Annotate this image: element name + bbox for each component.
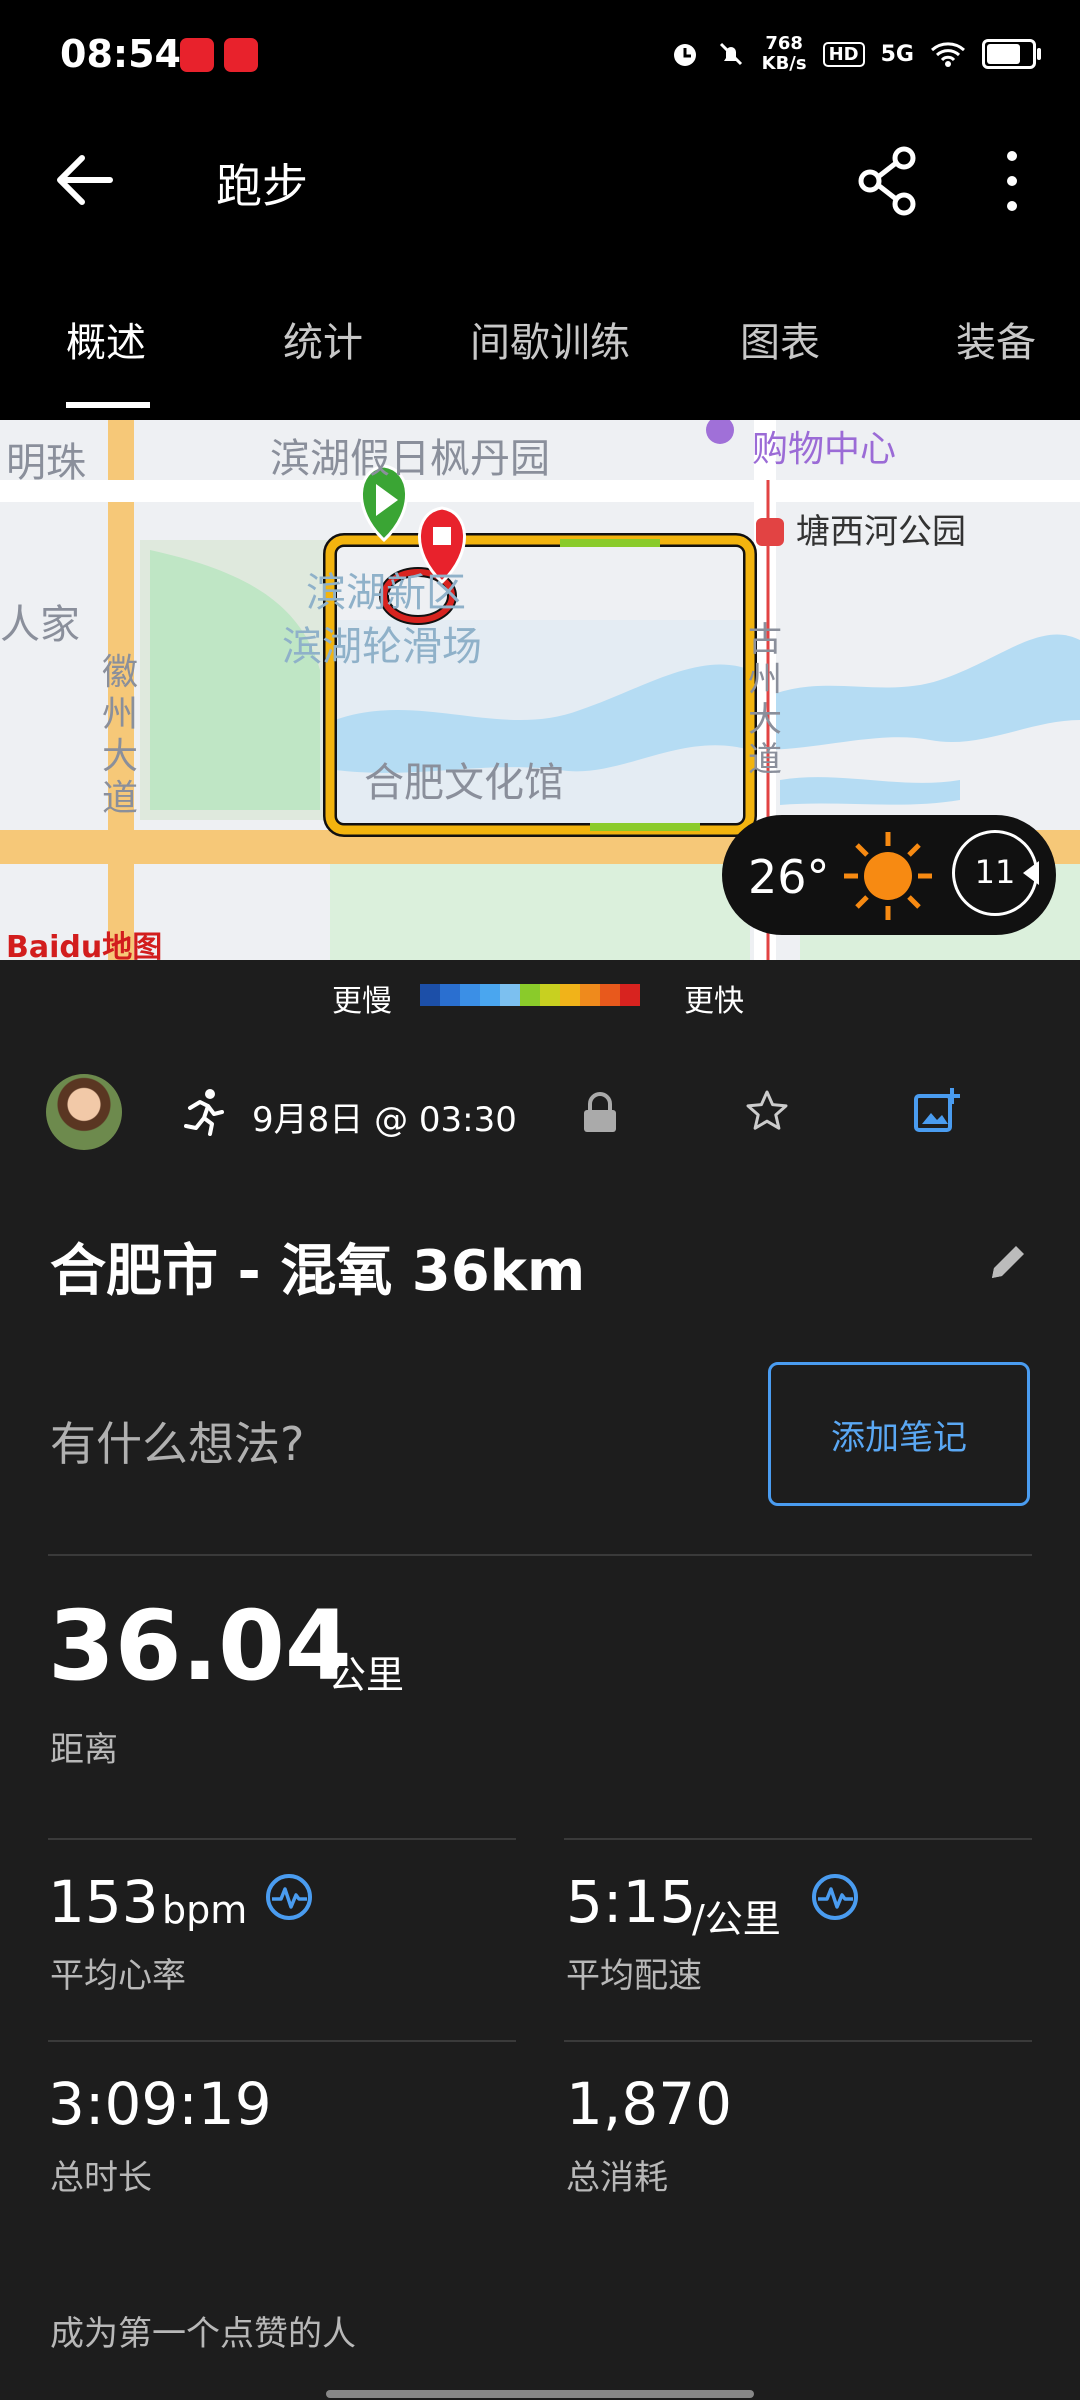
edit-pencil-icon[interactable] [986,1240,1030,1284]
avg-pace-value: 5:15 [566,1868,697,1936]
notification-app-icon [224,38,258,72]
pace-color-swatch [560,984,580,1006]
pace-color-swatch [480,984,500,1006]
notification-app-icon [180,38,214,72]
wind-direction-icon [1023,861,1039,885]
map-label: 滨湖轮滑场 [282,624,482,670]
pace-color-swatch [520,984,540,1006]
pulse-icon[interactable] [810,1872,860,1922]
wifi-icon [931,42,965,67]
pace-color-bar [420,984,640,1006]
distance-unit: 公里 [328,1653,405,1697]
map-label: 塘西河公园 [796,512,966,552]
wind-indicator: 11 [952,830,1039,916]
alarm-icon [673,44,696,66]
map-label: 徽州大道 [102,652,139,819]
tab-indicator [66,402,150,408]
divider [48,1554,1032,1556]
add-note-button[interactable]: 添加笔记 [768,1362,1030,1506]
activity-title: 合肥市 - 混氧 36km [50,1239,586,1304]
pace-color-swatch [420,984,440,1006]
page-title: 跑步 [216,159,308,213]
pace-legend: 更慢 更快 [0,968,1080,1020]
total-calories-value: 1,870 [566,2070,733,2138]
divider [564,2040,1032,2042]
distance-value: 36.04 [48,1590,352,1702]
map-label: 合肥文化馆 [364,760,564,806]
home-indicator[interactable] [326,2390,754,2398]
activity-meta-row: 9月8日 @ 03:30 [0,1070,1080,1160]
pulse-icon[interactable] [264,1872,314,1922]
avg-heart-rate-label: 平均心率 [50,1956,186,1996]
battery-icon [982,39,1041,69]
network-speed: 768 KB/s [761,33,807,74]
distance-label: 距离 [50,1730,118,1770]
temperature: 26° [748,850,830,904]
add-photo-icon[interactable] [912,1086,960,1134]
kudos-prompt[interactable]: 成为第一个点赞的人 [50,2306,356,2355]
pace-color-swatch [540,984,560,1006]
tab-charts[interactable]: 图表 [740,310,820,368]
hd-badge: HD [822,41,865,67]
status-bar: 08:54 768 KB/s HD 5G [0,0,1080,110]
status-indicators: 768 KB/s HD 5G [670,33,1041,74]
star-icon[interactable] [744,1088,790,1134]
divider [48,1838,516,1840]
divider [48,2040,516,2042]
legend-slow-label: 更慢 [332,984,392,1019]
legend-fast-label: 更快 [684,984,744,1019]
total-time-value: 3:09:19 [48,2070,272,2138]
map-label: 滨湖新区 [306,570,466,616]
avg-heart-rate-value: 153 [48,1868,159,1936]
avg-pace-unit: /公里 [692,1897,781,1941]
more-vertical-icon[interactable] [990,146,1034,216]
avg-pace-label: 平均配速 [566,1956,702,1996]
total-time-label: 总时长 [50,2158,152,2198]
map-attribution: Baidu地图 [6,930,163,960]
divider [564,1838,1032,1840]
activity-date: 9月8日 @ 03:30 [252,1100,517,1140]
map-label: 古州大道 [748,620,782,780]
pace-color-swatch [580,984,600,1006]
app-bar: 跑步 [0,110,1080,250]
tab-stats[interactable]: 统计 [283,310,363,368]
lock-icon[interactable] [580,1090,620,1134]
pace-color-swatch [460,984,480,1006]
pace-color-swatch [600,984,620,1006]
pace-color-swatch [500,984,520,1006]
tab-overview[interactable]: 概述 [66,310,146,368]
map-label: 滨湖假日枫丹园 [270,436,550,482]
sun-icon [844,832,932,920]
mute-bell-icon [719,42,742,66]
network-type: 5G [880,41,914,67]
pace-color-swatch [620,984,640,1006]
tab-intervals[interactable]: 间歇训练 [470,310,630,368]
tab-bar: 概述 统计 间歇训练 图表 装备 [0,250,1080,420]
map-label: 明珠 [6,440,86,486]
pace-color-swatch [440,984,460,1006]
avg-heart-rate-unit: bpm [162,1888,248,1932]
map-label: 人家 [0,602,80,648]
share-icon[interactable] [856,146,920,216]
avatar[interactable] [46,1074,122,1150]
back-arrow-icon[interactable] [52,150,116,210]
status-time: 08:54 [60,32,181,76]
total-calories-label: 总消耗 [566,2158,668,2198]
tab-gear[interactable]: 装备 [956,310,1036,368]
map-label: 购物中心 [752,429,897,470]
note-prompt[interactable]: 有什么想法? [50,1408,304,1474]
running-icon [184,1089,224,1136]
